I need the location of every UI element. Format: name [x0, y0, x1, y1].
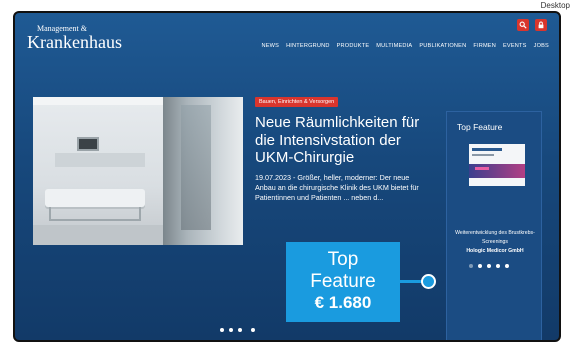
top-feature-caption-text: Weiterentwicklung des Brustkrebs-Screeni…: [455, 230, 535, 245]
room-monitor: [77, 137, 99, 151]
nav-item-jobs[interactable]: JOBS: [534, 43, 549, 49]
sidebar-carousel-dots: [469, 264, 509, 268]
thumbnail-heading-bar: [472, 148, 502, 151]
top-feature-company: Hologic Medicor GmbH: [466, 248, 524, 254]
category-tag[interactable]: Bauen, Einrichten & Versorgen: [255, 97, 339, 107]
carousel-dot[interactable]: [469, 264, 473, 268]
carousel-dot[interactable]: [505, 264, 509, 268]
nav-item-multimedia[interactable]: MULTIMEDIA: [376, 43, 412, 49]
room-wall-panel: [55, 153, 145, 167]
nav-item-firmen[interactable]: FIRMEN: [473, 43, 496, 49]
carousel-dot[interactable]: [251, 328, 255, 332]
nav-item-produkte[interactable]: PRODUKTE: [337, 43, 370, 49]
main-nav: NEWS HINTERGRUND PRODUKTE MULTIMEDIA PUB…: [261, 43, 549, 49]
nav-item-publikationen[interactable]: PUBLIKATIONEN: [419, 43, 466, 49]
nav-item-news[interactable]: NEWS: [261, 43, 279, 49]
article-headline[interactable]: Neue Räumlichkeiten für die Intensivstat…: [255, 114, 425, 167]
callout-line2: Feature: [310, 271, 376, 292]
room-floor: [33, 225, 163, 245]
nav-item-hintergrund[interactable]: HINTERGRUND: [286, 43, 330, 49]
room-bed: [45, 189, 145, 207]
carousel-dot[interactable]: [478, 264, 482, 268]
carousel-dot[interactable]: [220, 328, 224, 332]
callout-line1: Top: [327, 249, 359, 270]
search-icon[interactable]: [517, 19, 529, 31]
carousel-dot[interactable]: [487, 264, 491, 268]
carousel-dot[interactable]: [496, 264, 500, 268]
top-feature-thumbnail[interactable]: [469, 144, 525, 186]
thumbnail-subheading-bar: [472, 154, 494, 156]
site-logo[interactable]: Management & Krankenhaus: [27, 24, 122, 51]
header-icons: [517, 19, 547, 31]
room-ceiling: [33, 97, 163, 105]
room-glass-door: [181, 105, 211, 230]
nav-item-events[interactable]: EVENTS: [503, 43, 527, 49]
thumbnail-chip: [475, 167, 489, 170]
hero-image[interactable]: [33, 97, 243, 245]
hero-carousel-dots: [220, 328, 255, 332]
logo-big-text: Krankenhaus: [27, 32, 122, 52]
room-bed-frame: [49, 207, 141, 221]
carousel-dot[interactable]: [229, 328, 233, 332]
lock-icon[interactable]: [535, 19, 547, 31]
callout-marker-dot: [421, 274, 436, 289]
callout-price: € 1.680: [314, 293, 372, 312]
desktop-label: Desktop: [540, 1, 570, 10]
top-feature-title: Top Feature: [457, 122, 503, 132]
top-feature-panel: Top Feature Weiterentwicklung des Brustk…: [446, 111, 542, 340]
article-teaser: 19.07.2023 - Größer, heller, moderner: D…: [255, 173, 419, 202]
carousel-dot[interactable]: [238, 328, 242, 332]
top-feature-caption[interactable]: Weiterentwicklung des Brustkrebs-Screeni…: [451, 229, 539, 256]
top-feature-price-callout: Top Feature € 1.680: [286, 242, 400, 322]
